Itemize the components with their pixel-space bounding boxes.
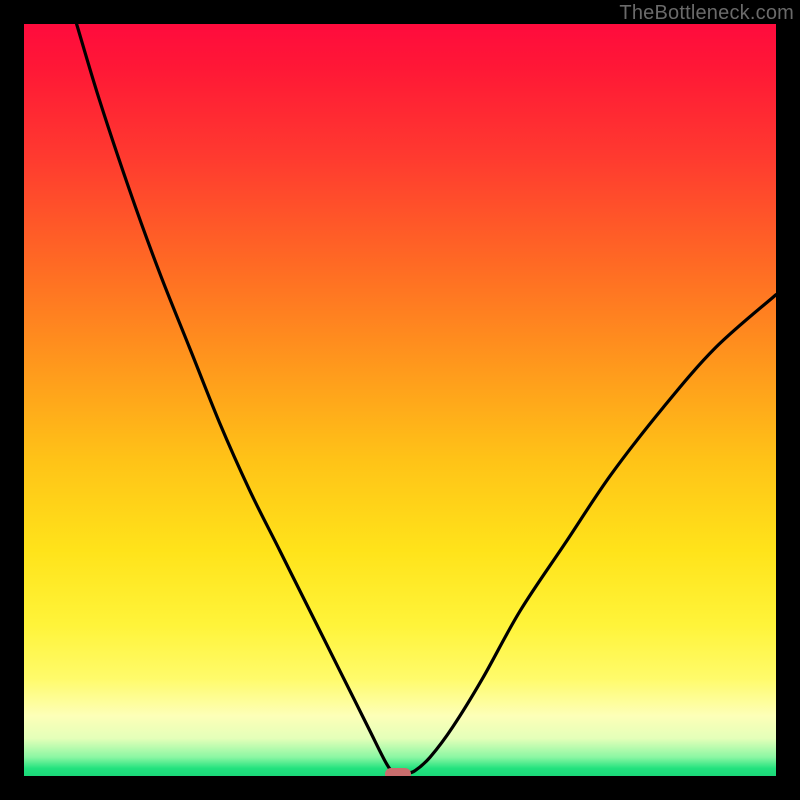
plot-area <box>24 24 776 776</box>
optimal-point-marker <box>385 768 411 776</box>
watermark-text: TheBottleneck.com <box>619 2 794 25</box>
bottleneck-curve <box>24 24 776 776</box>
chart-frame: TheBottleneck.com <box>0 0 800 800</box>
